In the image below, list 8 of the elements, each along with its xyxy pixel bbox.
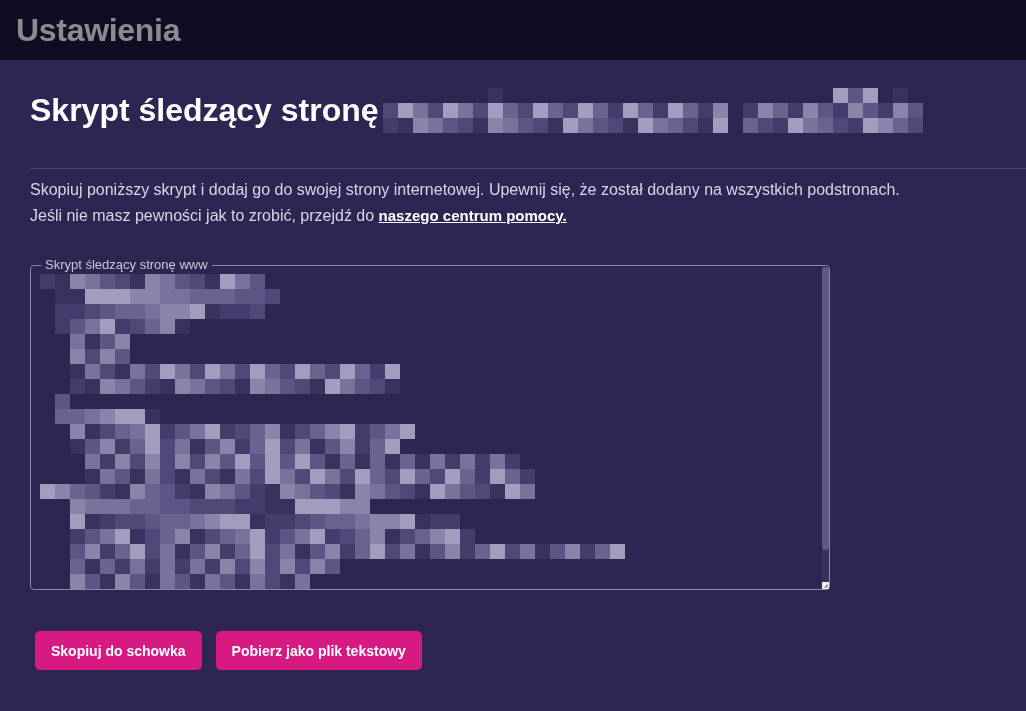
- app-title: Ustawienia: [16, 11, 181, 49]
- download-text-file-button[interactable]: Pobierz jako plik tekstowy: [215, 631, 422, 670]
- help-center-link[interactable]: naszego centrum pomocy.: [378, 207, 567, 224]
- copy-to-clipboard-button[interactable]: Skopiuj do schowka: [35, 631, 202, 670]
- resize-handle-icon[interactable]: [822, 582, 829, 589]
- page-heading: Skrypt śledzący stronę: [30, 92, 379, 129]
- field-label: Skrypt śledzący stronę www: [41, 257, 212, 273]
- intro-paragraph: Skopiuj poniższy skrypt i dodaj go do swojej strony internetowej. Upewnij się, że został dodany na wszystkich podstronach. Jeśli nie masz pewności jak to zrobić, przejdź do naszego centrum pomocy.: [30, 180, 901, 226]
